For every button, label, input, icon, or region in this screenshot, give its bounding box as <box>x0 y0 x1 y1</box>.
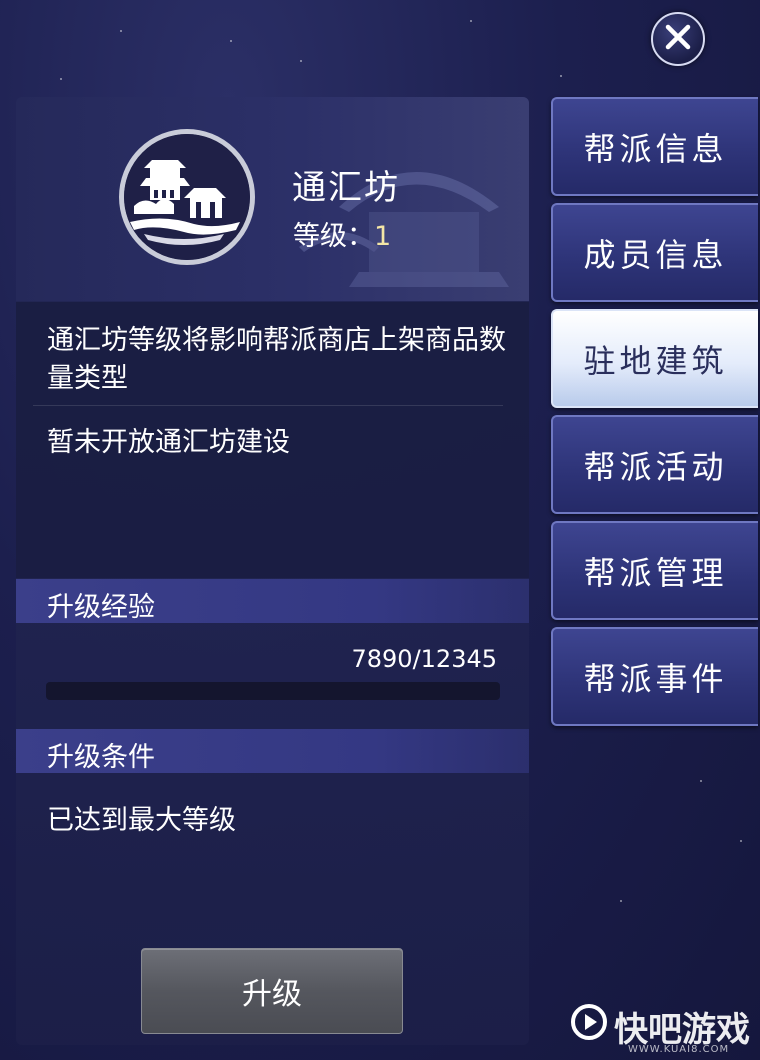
building-level: 等级：1 <box>293 214 391 253</box>
play-logo-icon <box>570 1003 608 1050</box>
watermark-url: WWW.KUAI8.COM <box>628 1044 730 1055</box>
construction-status: 暂未开放通汇坊建设 <box>47 427 290 458</box>
upgrade-button[interactable]: 升级 <box>141 948 403 1034</box>
building-header <box>16 97 529 301</box>
building-description: 通汇坊等级将影响帮派商店上架商品数量类型 <box>47 325 506 394</box>
conditions-section-title: 升级条件 <box>47 742 155 773</box>
building-name: 通汇坊 <box>292 168 400 208</box>
tab-member-info[interactable]: 成员信息 <box>551 203 758 302</box>
experience-progress-bar <box>46 682 500 700</box>
conditions-text: 已达到最大等级 <box>47 805 236 836</box>
experience-value: 7890/12345 <box>351 645 497 673</box>
tab-base-buildings[interactable]: 驻地建筑 <box>551 309 758 408</box>
description-divider <box>33 405 503 406</box>
building-emblem <box>119 129 255 265</box>
close-icon <box>665 24 691 54</box>
tab-guild-activities[interactable]: 帮派活动 <box>551 415 758 514</box>
tab-guild-events[interactable]: 帮派事件 <box>551 627 758 726</box>
level-value: 1 <box>374 221 392 252</box>
close-button[interactable] <box>651 12 705 66</box>
tab-guild-info[interactable]: 帮派信息 <box>551 97 758 196</box>
level-separator: ： <box>347 221 374 252</box>
tab-guild-management[interactable]: 帮派管理 <box>551 521 758 620</box>
level-label: 等级 <box>293 221 347 252</box>
experience-section-title: 升级经验 <box>47 592 155 623</box>
